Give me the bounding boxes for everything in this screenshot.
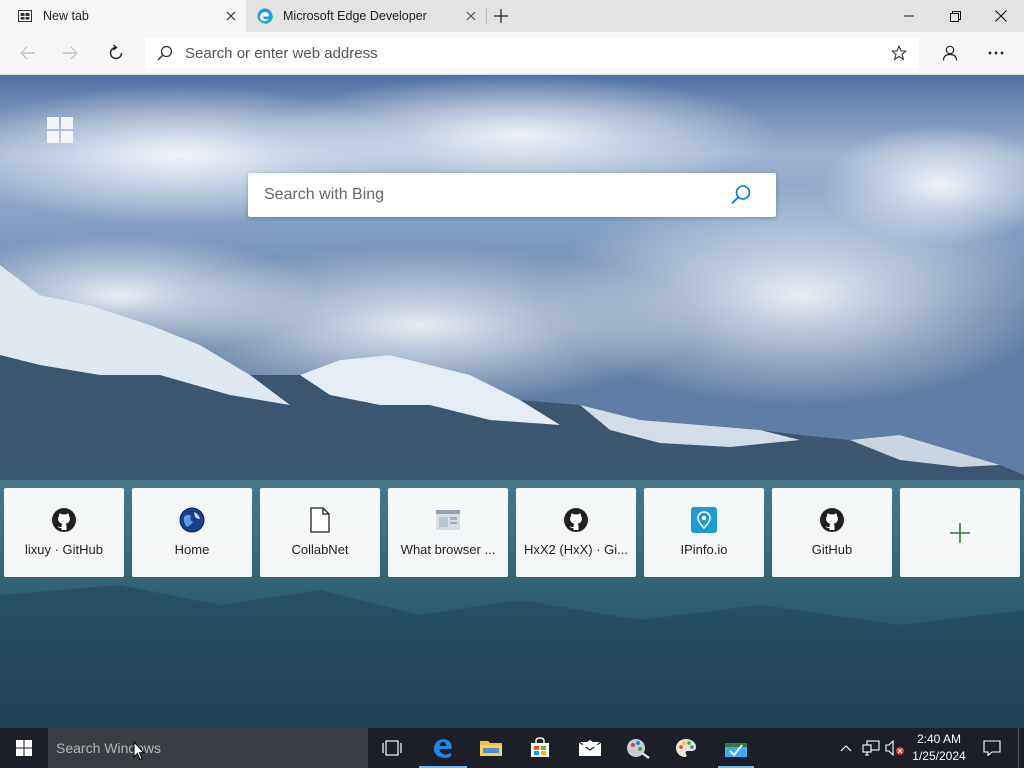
bing-search-box[interactable]	[248, 173, 776, 217]
plus-icon	[494, 9, 508, 23]
windows-taskbar: 2:40 AM 1/25/2024	[0, 728, 1024, 768]
show-hidden-icons-button[interactable]	[834, 728, 858, 768]
favorite-star-icon[interactable]	[879, 45, 919, 61]
action-center-button[interactable]	[976, 728, 1008, 768]
volume-muted-icon	[885, 740, 904, 756]
start-button[interactable]	[0, 728, 48, 768]
github-icon	[50, 506, 78, 534]
globe-icon	[178, 506, 206, 534]
taskbar-mail-button[interactable]	[566, 728, 614, 768]
bing-search-input[interactable]	[248, 186, 706, 204]
tab-edge-developer[interactable]: Microsoft Edge Developer	[246, 0, 486, 32]
volume-tray-button[interactable]	[883, 728, 907, 768]
forward-button[interactable]	[52, 36, 88, 70]
title-bar: New tab Microsoft Edge Developer	[0, 0, 1024, 32]
app-icon	[725, 743, 747, 757]
quick-link-label: Home	[174, 542, 210, 557]
back-arrow-icon	[20, 46, 35, 60]
windows-start-icon	[16, 740, 32, 756]
refresh-button[interactable]	[98, 36, 134, 70]
taskbar-search-box[interactable]	[48, 728, 368, 768]
paint-icon	[676, 739, 696, 757]
minimize-button[interactable]	[886, 0, 932, 32]
network-tray-button[interactable]	[859, 728, 883, 768]
store-icon	[531, 737, 549, 757]
document-icon	[306, 506, 334, 534]
more-horizontal-icon	[988, 51, 1004, 55]
quick-links: lixuy · GitHub Home CollabNet What brows…	[4, 488, 1020, 577]
refresh-icon	[109, 44, 123, 60]
address-input[interactable]	[185, 44, 879, 62]
settings-more-button[interactable]	[978, 36, 1014, 70]
new-tab-button[interactable]	[487, 0, 515, 32]
back-button[interactable]	[10, 36, 46, 70]
address-bar[interactable]	[145, 38, 919, 68]
quick-link-label: HxX2 (HxX) · Gi...	[523, 542, 628, 557]
edge-icon	[434, 739, 452, 758]
tab-new-tab[interactable]: New tab	[0, 0, 246, 32]
search-icon	[145, 45, 185, 61]
quick-link-label: lixuy · GitHub	[24, 542, 104, 557]
app-icon	[627, 739, 650, 759]
taskbar-file-explorer-button[interactable]	[467, 728, 515, 768]
task-view-button[interactable]	[368, 728, 416, 768]
close-tab-icon[interactable]	[216, 0, 246, 32]
forward-arrow-icon	[63, 46, 78, 60]
taskbar-clock[interactable]: 2:40 AM 1/25/2024	[906, 731, 972, 765]
bing-search-icon[interactable]	[706, 173, 776, 217]
taskbar-store-button[interactable]	[516, 728, 564, 768]
mouse-cursor-icon	[133, 741, 145, 761]
quick-link-tile[interactable]: HxX2 (HxX) · Gi...	[516, 488, 636, 577]
taskbar-search-input[interactable]	[48, 740, 368, 756]
taskbar-app-button[interactable]	[614, 728, 662, 768]
file-explorer-icon	[480, 741, 502, 756]
edge-logo-icon	[257, 8, 273, 24]
taskbar-open-app-button[interactable]	[712, 728, 760, 768]
chevron-up-icon	[840, 745, 852, 752]
restore-button[interactable]	[932, 0, 978, 32]
browser-toolbar	[0, 32, 1024, 75]
windows-logo-icon	[47, 117, 73, 143]
clock-date: 1/25/2024	[912, 749, 966, 763]
person-icon	[942, 45, 958, 61]
add-quick-link-button[interactable]	[900, 488, 1020, 577]
quick-link-tile[interactable]: CollabNet	[260, 488, 380, 577]
tab-title: New tab	[43, 9, 89, 23]
website-thumbnail-icon	[434, 506, 462, 534]
clock-time: 2:40 AM	[916, 732, 962, 746]
close-window-button[interactable]	[978, 0, 1024, 32]
show-desktop-button[interactable]	[1018, 728, 1024, 768]
restore-icon	[949, 10, 961, 22]
taskbar-edge-button[interactable]	[419, 728, 467, 768]
quick-link-label: CollabNet	[291, 542, 349, 557]
close-tab-icon[interactable]	[456, 0, 486, 32]
tab-title: Microsoft Edge Developer	[283, 9, 427, 23]
mail-icon	[578, 740, 602, 756]
taskbar-paint-button[interactable]	[662, 728, 710, 768]
ipinfo-icon	[690, 506, 718, 534]
quick-link-tile[interactable]: lixuy · GitHub	[4, 488, 124, 577]
new-tab-page: lixuy · GitHub Home CollabNet What brows…	[0, 75, 1024, 728]
notification-icon	[983, 740, 1001, 756]
minimize-icon	[904, 15, 914, 17]
task-view-icon	[382, 740, 402, 756]
quick-link-tile[interactable]: IPinfo.io	[644, 488, 764, 577]
plus-icon	[946, 519, 974, 547]
quick-link-tile[interactable]: Home	[132, 488, 252, 577]
github-icon	[562, 506, 590, 534]
newtab-page-icon	[17, 8, 33, 24]
quick-link-label: IPinfo.io	[680, 542, 728, 557]
network-icon	[862, 740, 880, 756]
quick-link-tile[interactable]: GitHub	[772, 488, 892, 577]
profile-button[interactable]	[932, 36, 968, 70]
quick-link-label: What browser ...	[400, 542, 496, 557]
quick-link-tile[interactable]: What browser ...	[388, 488, 508, 577]
quick-link-label: GitHub	[811, 542, 853, 557]
close-icon	[995, 10, 1007, 22]
github-icon	[818, 506, 846, 534]
